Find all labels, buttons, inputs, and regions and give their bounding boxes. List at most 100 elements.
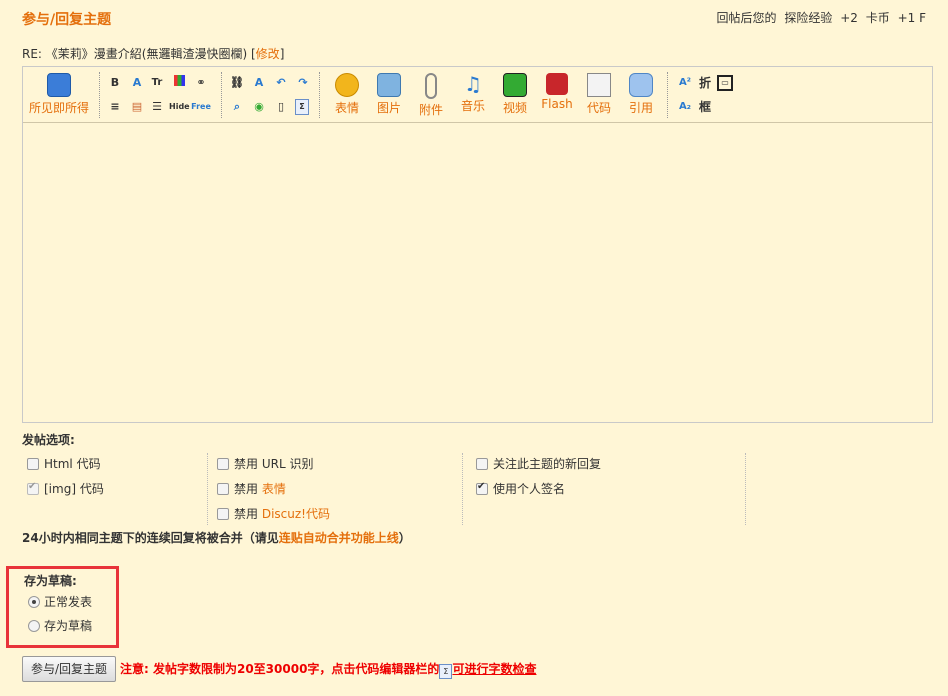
page-button[interactable]: ▯	[273, 99, 289, 115]
align-button[interactable]: ≡	[107, 99, 123, 115]
image-button[interactable]: 图片	[367, 73, 411, 116]
font-color-icon: A	[132, 76, 142, 89]
disable-discuz-option[interactable]: 禁用 Discuz!代码	[217, 505, 330, 522]
edit-subject-link[interactable]: 修改	[256, 47, 280, 61]
length-notice: 注意: 发帖字数限制为20至30000字，点击代码编辑器栏的 Σ 可进行字数检查	[120, 660, 536, 679]
hide-icon: Hide	[169, 102, 190, 111]
reward-exp-label: 探险经验	[784, 11, 833, 25]
code-label: 代码	[586, 101, 611, 115]
draft-title: 存为草稿:	[24, 574, 77, 588]
flash-button[interactable]: Flash	[535, 73, 579, 111]
word-count-button[interactable]: Σ	[295, 99, 309, 115]
editor-toolbar: 所见即所得 B A Tr ⚭ ≡ ▤ ☰ Hide Free ⛓ A ↶ ↷ ⌕…	[23, 67, 932, 123]
box-button[interactable]: ▭	[717, 75, 733, 91]
disable-url-prefix: 禁用	[234, 457, 259, 471]
free-button[interactable]: Free	[191, 99, 211, 115]
float-button[interactable]: ▤	[129, 99, 145, 115]
post-content-textarea[interactable]	[23, 123, 932, 422]
quote-button[interactable]: 引用	[619, 73, 663, 116]
wysiwyg-toggle-button[interactable]: 所见即所得	[25, 73, 93, 116]
emoticon-button[interactable]: 表情	[325, 73, 369, 116]
publish-normal-radio[interactable]	[28, 595, 40, 608]
frame-button[interactable]: 框	[697, 99, 713, 115]
font-color-button[interactable]: A	[129, 75, 145, 91]
save-draft-option[interactable]: 存为草稿	[28, 617, 92, 634]
wysiwyg-icon	[47, 73, 71, 97]
box-icon: ▭	[721, 78, 729, 87]
image-label: 图片	[376, 101, 401, 115]
signature-option[interactable]: 使用个人签名	[476, 480, 565, 497]
subscript-icon: A₂	[678, 101, 692, 112]
remove-format-icon: A	[254, 76, 264, 89]
code-icon	[587, 73, 611, 97]
font-size-button[interactable]: Tr	[149, 75, 165, 91]
superscript-button[interactable]: A²	[675, 75, 695, 91]
merge-notice-text: 24小时内相同主题下的连续回复将被合并（请见	[22, 531, 279, 545]
link-button[interactable]: ⚭	[193, 75, 209, 91]
attachment-label: 附件	[418, 103, 443, 117]
disable-emoticon-checkbox[interactable]	[217, 482, 229, 495]
replace-icon: ◉	[254, 100, 264, 113]
superscript-icon: A²	[678, 77, 692, 88]
html-code-option[interactable]: Html 代码	[27, 455, 101, 472]
music-label: 音乐	[460, 99, 485, 113]
replace-button[interactable]: ◉	[251, 99, 267, 115]
bold-button[interactable]: B	[107, 75, 123, 91]
disable-emoticon-option[interactable]: 禁用 表情	[217, 480, 286, 497]
sigma-icon: Σ	[299, 102, 305, 111]
remove-format-button[interactable]: A	[251, 75, 267, 91]
submit-reply-button[interactable]: 参与/回复主题	[22, 656, 116, 682]
hide-button[interactable]: Hide	[169, 99, 190, 115]
discuz-code-link[interactable]: Discuz!代码	[262, 505, 330, 522]
toolbar-divider	[319, 72, 320, 118]
page-title: 参与/回复主题	[22, 12, 112, 28]
publish-normal-option[interactable]: 正常发表	[28, 593, 92, 610]
list-icon: ☰	[152, 100, 162, 113]
attachment-button[interactable]: 附件	[409, 73, 453, 118]
disable-url-checkbox[interactable]	[217, 457, 229, 470]
undo-button[interactable]: ↶	[273, 75, 289, 91]
flash-icon	[546, 73, 568, 95]
disable-emoticon-prefix: 禁用	[234, 482, 259, 496]
reward-exp-value: +2	[840, 11, 858, 25]
disable-discuz-prefix: 禁用	[234, 507, 259, 521]
quote-label: 引用	[628, 101, 653, 115]
music-button[interactable]: ♫ 音乐	[451, 73, 495, 114]
redo-button[interactable]: ↷	[295, 75, 311, 91]
disable-url-label: URL 识别	[261, 457, 314, 471]
length-notice-text: 注意: 发帖字数限制为20至30000字，点击代码编辑器栏的	[120, 662, 440, 676]
save-draft-radio[interactable]	[28, 619, 40, 632]
emoticon-link[interactable]: 表情	[262, 480, 286, 497]
subscript-button[interactable]: A₂	[675, 99, 695, 115]
fold-button[interactable]: 折	[697, 75, 713, 91]
merge-notice: 24小时内相同主题下的连续回复将被合并（请见连贴自动合并功能上线）	[22, 529, 411, 546]
options-divider	[462, 453, 463, 525]
reward-coin-value: +1 F	[897, 11, 926, 25]
disable-url-option[interactable]: 禁用 URL 识别	[217, 455, 313, 472]
html-code-label: Html 代码	[44, 457, 101, 471]
background-color-button[interactable]	[171, 75, 187, 91]
code-button[interactable]: 代码	[577, 73, 621, 116]
follow-replies-checkbox[interactable]	[476, 457, 488, 470]
paperclip-icon	[425, 73, 437, 99]
search-button[interactable]: ⌕	[229, 99, 245, 115]
color-grid-icon	[173, 75, 185, 86]
redo-icon: ↷	[298, 76, 308, 89]
signature-checkbox[interactable]	[476, 481, 488, 495]
unlink-button[interactable]: ⛓	[229, 75, 245, 91]
unlink-icon: ⛓	[230, 76, 244, 89]
merge-feature-link[interactable]: 连贴自动合并功能上线	[279, 531, 399, 545]
music-icon: ♫	[464, 72, 482, 96]
video-button[interactable]: 视频	[493, 73, 537, 116]
length-notice-tail: 可进行字数检查	[452, 662, 537, 676]
smiley-icon	[335, 73, 359, 97]
disable-discuz-checkbox[interactable]	[217, 507, 229, 520]
reply-reward-info: 回帖后您的 探险经验 +2 卡币 +1 F	[713, 9, 926, 26]
follow-replies-option[interactable]: 关注此主题的新回复	[476, 455, 601, 472]
bracket-close: ]	[279, 47, 285, 61]
follow-replies-label: 关注此主题的新回复	[493, 457, 602, 471]
page-icon: ▯	[277, 100, 285, 113]
html-code-checkbox[interactable]	[27, 457, 39, 470]
list-button[interactable]: ☰	[149, 99, 165, 115]
link-icon: ⚭	[196, 76, 206, 89]
